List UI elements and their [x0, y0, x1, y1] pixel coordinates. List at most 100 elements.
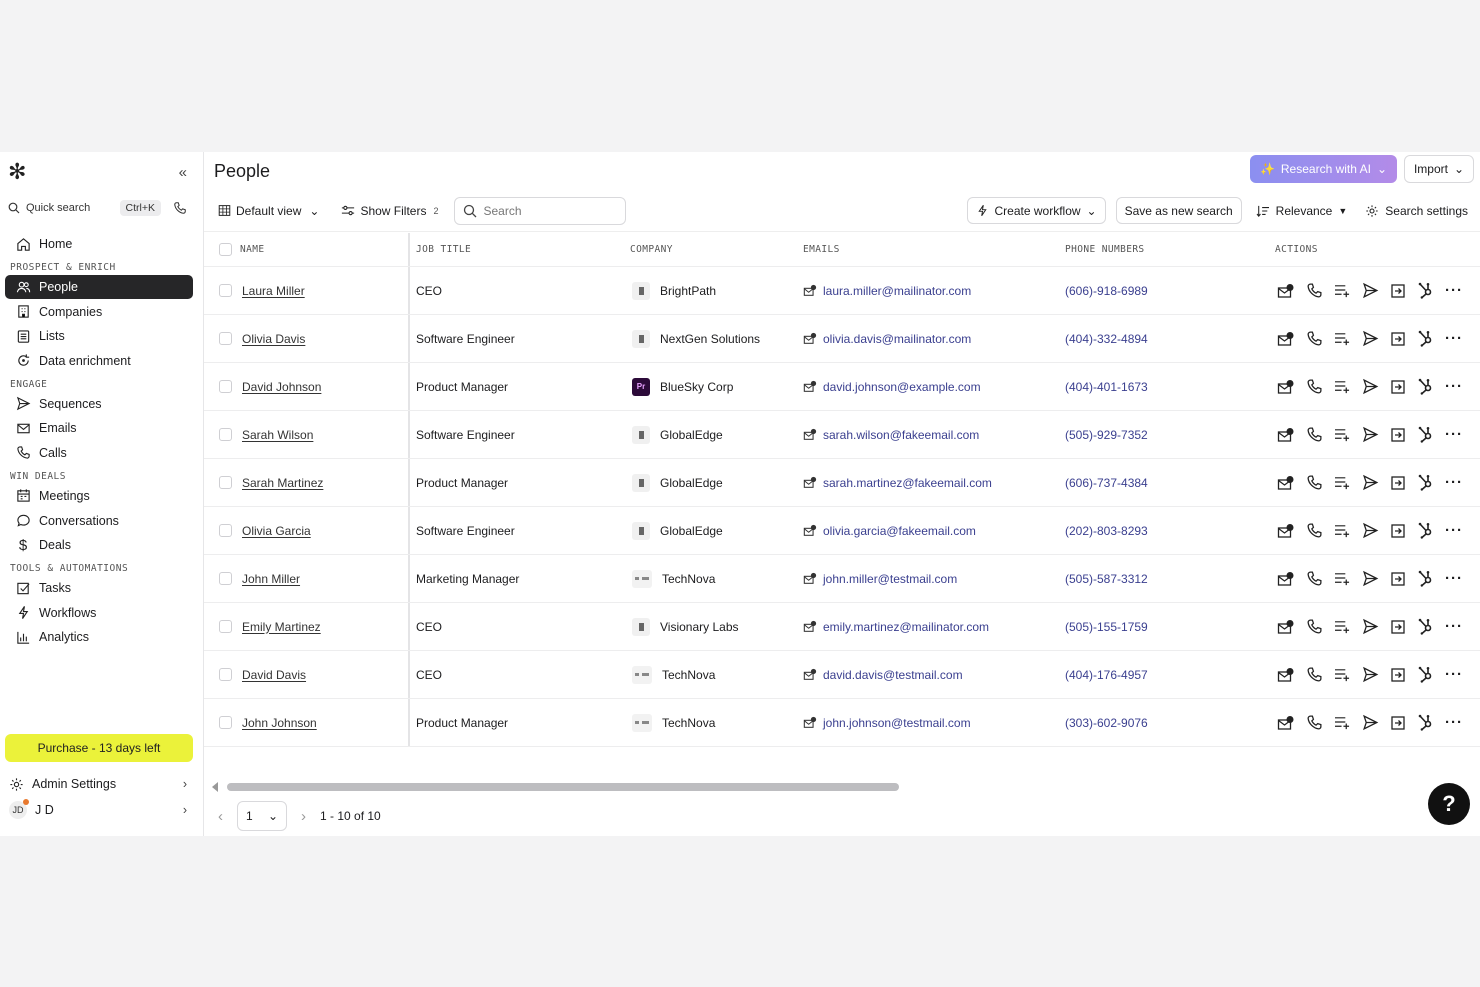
row-checkbox[interactable]	[219, 476, 232, 489]
company-name[interactable]: BlueSky Corp	[660, 380, 733, 394]
table-row[interactable]: Sarah Martinez Product Manager GlobalEdg…	[204, 459, 1480, 507]
hubspot-icon[interactable]	[1415, 472, 1437, 494]
email-link[interactable]: sarah.martinez@fakeemail.com	[823, 476, 992, 490]
save-as-new-search-button[interactable]: Save as new search	[1115, 197, 1242, 224]
person-name-link[interactable]: Emily Martinez	[242, 620, 321, 634]
sidebar-item-workflows[interactable]: Workflows	[5, 601, 193, 625]
table-row[interactable]: Sarah Wilson Software Engineer GlobalEdg…	[204, 411, 1480, 459]
app-logo-icon[interactable]: ✻	[8, 161, 26, 183]
add-to-list-icon[interactable]	[1331, 664, 1353, 686]
sidebar-item-home[interactable]: Home	[5, 232, 193, 256]
table-row[interactable]: Olivia Garcia Software Engineer GlobalEd…	[204, 507, 1480, 555]
call-phone-icon[interactable]	[1303, 472, 1325, 494]
add-to-sequence-send-icon[interactable]	[1359, 616, 1381, 638]
add-to-list-icon[interactable]	[1331, 616, 1353, 638]
add-to-list-icon[interactable]	[1331, 712, 1353, 734]
add-to-sequence-send-icon[interactable]	[1359, 712, 1381, 734]
call-phone-icon[interactable]	[1303, 616, 1325, 638]
sidebar-item-companies[interactable]: Companies	[5, 300, 193, 324]
table-row[interactable]: Emily Martinez CEO Visionary Labs emily.…	[204, 603, 1480, 651]
sidebar-item-tasks[interactable]: Tasks	[5, 576, 193, 600]
company-name[interactable]: GlobalEdge	[660, 476, 723, 490]
table-row[interactable]: John Johnson Product Manager TechNova jo…	[204, 699, 1480, 747]
more-options-icon[interactable]: ···	[1443, 376, 1465, 398]
table-row[interactable]: Olivia Davis Software Engineer NextGen S…	[204, 315, 1480, 363]
company-name[interactable]: TechNova	[662, 668, 715, 682]
email-link[interactable]: john.miller@testmail.com	[823, 572, 957, 586]
email-reveal-icon[interactable]	[1275, 472, 1297, 494]
add-to-list-icon[interactable]	[1331, 568, 1353, 590]
prev-page-icon[interactable]: ‹	[218, 808, 223, 825]
user-menu[interactable]: JD J D ›	[5, 797, 193, 823]
company-name[interactable]: BrightPath	[660, 284, 716, 298]
add-to-list-icon[interactable]	[1331, 328, 1353, 350]
company-name[interactable]: GlobalEdge	[660, 428, 723, 442]
phone-number[interactable]: (303)-602-9076	[1065, 716, 1148, 730]
person-name-link[interactable]: Olivia Davis	[242, 332, 305, 346]
purchase-button[interactable]: Purchase - 13 days left	[5, 734, 193, 762]
email-reveal-icon[interactable]	[1275, 664, 1297, 686]
email-link[interactable]: laura.miller@mailinator.com	[823, 284, 971, 298]
search-field[interactable]	[454, 196, 627, 225]
more-options-icon[interactable]: ···	[1443, 568, 1465, 590]
sidebar-item-data-enrichment[interactable]: Data enrichment	[5, 349, 193, 373]
phone-number[interactable]: (505)-155-1759	[1065, 620, 1148, 634]
add-to-list-icon[interactable]	[1331, 424, 1353, 446]
sidebar-item-calls[interactable]: Calls	[5, 441, 193, 465]
export-icon[interactable]	[1387, 712, 1409, 734]
call-phone-icon[interactable]	[1303, 376, 1325, 398]
quick-search[interactable]: Quick search Ctrl+K	[8, 200, 161, 216]
email-link[interactable]: olivia.davis@mailinator.com	[823, 332, 971, 346]
column-header-phone-numbers[interactable]: PHONE NUMBERS	[1065, 233, 1275, 266]
add-to-list-icon[interactable]	[1331, 472, 1353, 494]
hubspot-icon[interactable]	[1415, 616, 1437, 638]
export-icon[interactable]	[1387, 424, 1409, 446]
email-reveal-icon[interactable]	[1275, 376, 1297, 398]
select-all-checkbox[interactable]	[219, 243, 232, 256]
add-to-sequence-send-icon[interactable]	[1359, 280, 1381, 302]
person-name-link[interactable]: David Johnson	[242, 380, 321, 394]
email-reveal-icon[interactable]	[1275, 616, 1297, 638]
more-options-icon[interactable]: ···	[1443, 472, 1465, 494]
email-reveal-icon[interactable]	[1275, 712, 1297, 734]
add-to-sequence-send-icon[interactable]	[1359, 328, 1381, 350]
email-reveal-icon[interactable]	[1275, 568, 1297, 590]
search-settings-button[interactable]: Search settings	[1361, 204, 1472, 218]
call-phone-icon[interactable]	[1303, 328, 1325, 350]
admin-settings[interactable]: Admin Settings ›	[5, 771, 193, 797]
relevance-sort-dropdown[interactable]: Relevance ▼	[1252, 204, 1352, 218]
help-button[interactable]: ?	[1428, 783, 1470, 825]
column-header-name[interactable]: NAME	[232, 233, 410, 266]
email-reveal-icon[interactable]	[1275, 520, 1297, 542]
phone-number[interactable]: (606)-918-6989	[1065, 284, 1148, 298]
table-row[interactable]: John Miller Marketing Manager TechNova j…	[204, 555, 1480, 603]
default-view-dropdown[interactable]: Default view ⌄	[218, 204, 319, 218]
company-name[interactable]: TechNova	[662, 572, 715, 586]
create-workflow-button[interactable]: Create workflow ⌄	[966, 197, 1106, 224]
row-checkbox[interactable]	[219, 428, 232, 441]
more-options-icon[interactable]: ···	[1443, 424, 1465, 446]
more-options-icon[interactable]: ···	[1443, 712, 1465, 734]
sidebar-item-conversations[interactable]: Conversations	[5, 509, 193, 533]
sidebar-item-meetings[interactable]: Meetings	[5, 484, 193, 508]
hubspot-icon[interactable]	[1415, 328, 1437, 350]
phone-number[interactable]: (505)-587-3312	[1065, 572, 1148, 586]
call-phone-icon[interactable]	[1303, 424, 1325, 446]
hubspot-icon[interactable]	[1415, 712, 1437, 734]
export-icon[interactable]	[1387, 520, 1409, 542]
more-options-icon[interactable]: ···	[1443, 616, 1465, 638]
sidebar-item-sequences[interactable]: Sequences	[5, 392, 193, 416]
email-link[interactable]: emily.martinez@mailinator.com	[823, 620, 989, 634]
horizontal-scrollbar[interactable]	[212, 781, 1478, 793]
add-to-sequence-send-icon[interactable]	[1359, 664, 1381, 686]
person-name-link[interactable]: John Miller	[242, 572, 300, 586]
export-icon[interactable]	[1387, 328, 1409, 350]
export-icon[interactable]	[1387, 472, 1409, 494]
company-name[interactable]: GlobalEdge	[660, 524, 723, 538]
call-phone-icon[interactable]	[1303, 280, 1325, 302]
column-header-company[interactable]: COMPANY	[628, 233, 803, 266]
phone-number[interactable]: (404)-401-1673	[1065, 380, 1148, 394]
show-filters-button[interactable]: Show Filters 2	[341, 204, 438, 218]
email-link[interactable]: olivia.garcia@fakeemail.com	[823, 524, 976, 538]
hubspot-icon[interactable]	[1415, 520, 1437, 542]
